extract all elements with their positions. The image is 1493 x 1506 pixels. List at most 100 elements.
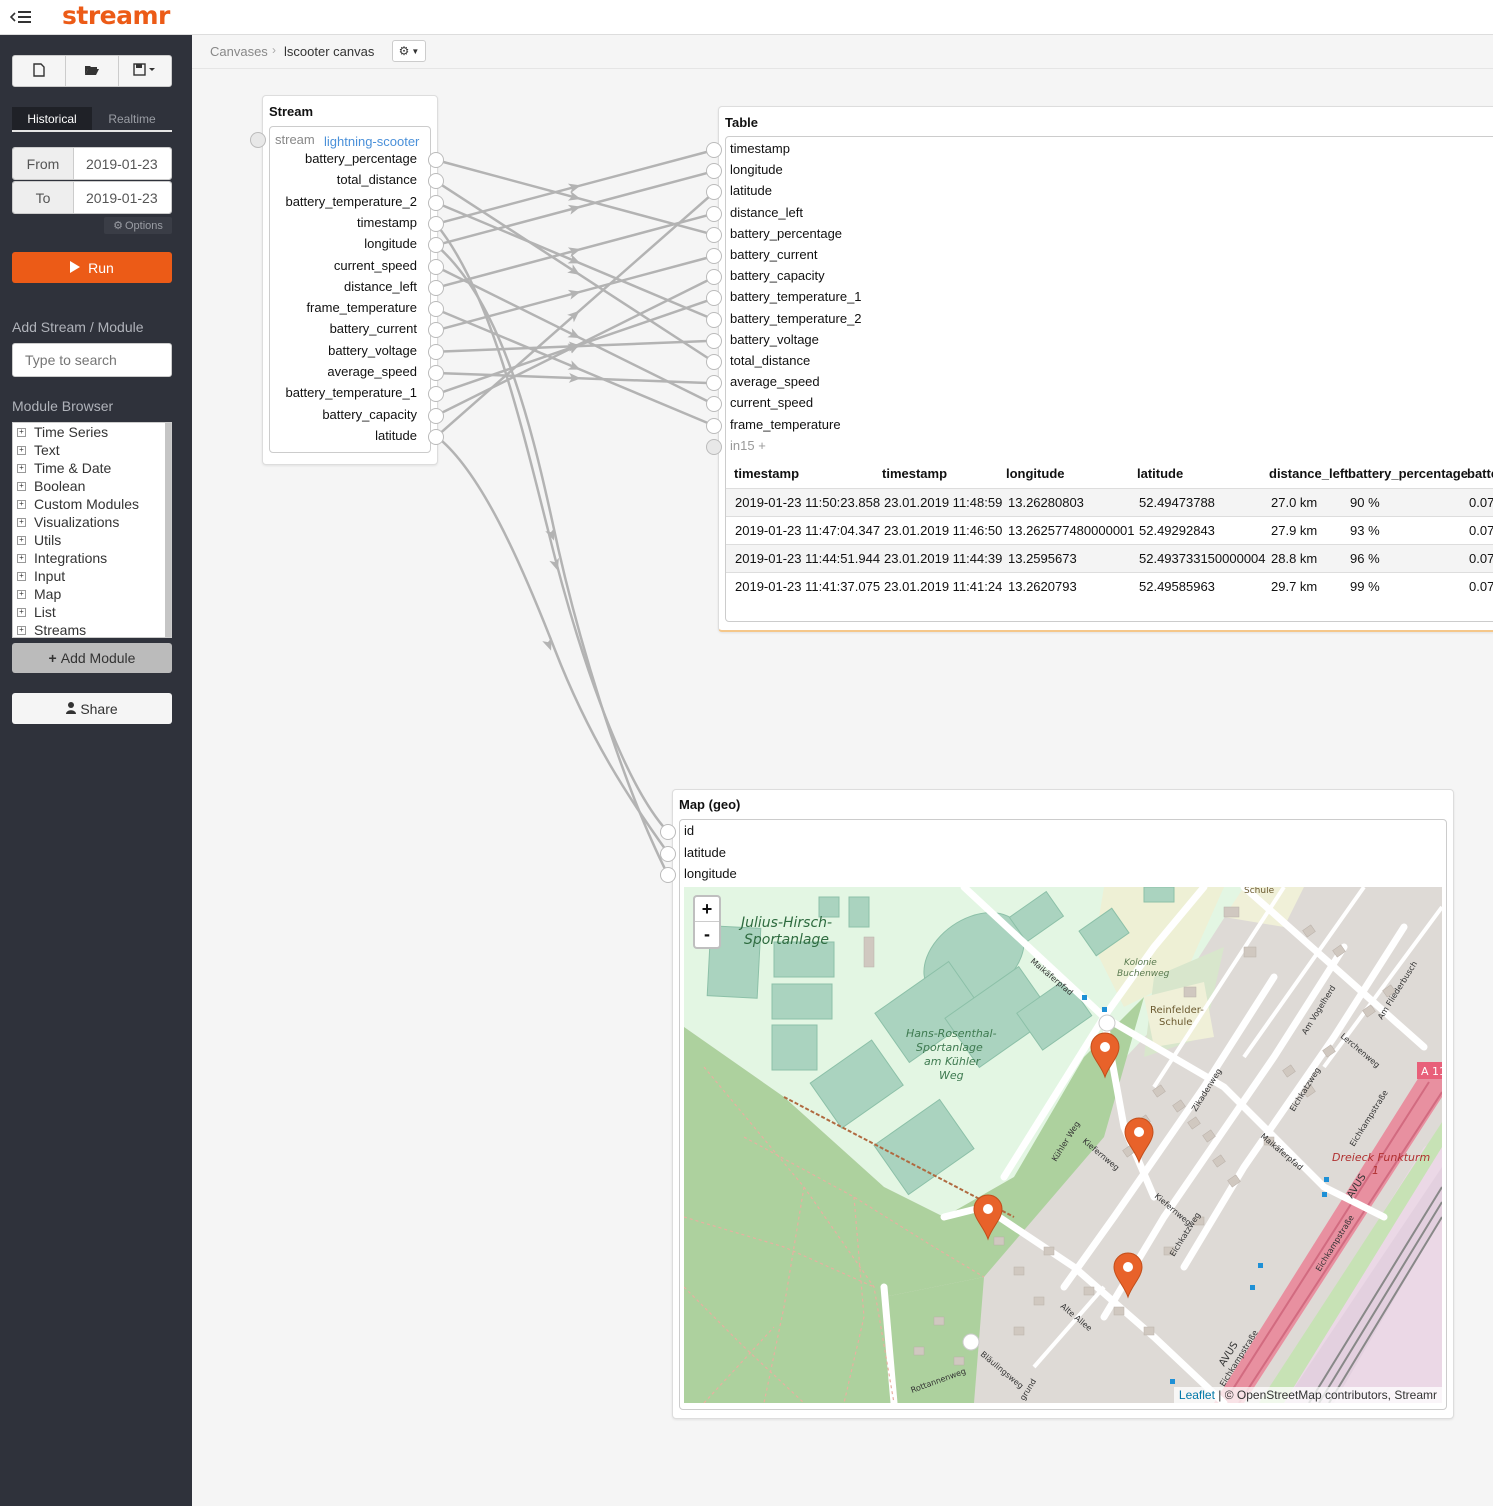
menu-collapse-icon[interactable]	[8, 7, 34, 27]
connection-wire[interactable]	[435, 212, 715, 290]
table-input-port-battery_current[interactable]	[706, 248, 722, 264]
connection-wire[interactable]	[435, 276, 715, 417]
table-cell: 2019-01-23 11:50:23.858	[735, 495, 881, 510]
tree-item-map[interactable]: + Map	[13, 585, 171, 603]
connection-wire[interactable]	[435, 371, 715, 385]
save-canvas-button[interactable]	[119, 56, 171, 86]
to-date-input[interactable]: 2019-01-23	[74, 182, 171, 213]
streamr-logo[interactable]: streamr	[62, 1, 170, 30]
zoom-out-button[interactable]: -	[695, 922, 719, 947]
connection-wire[interactable]	[435, 265, 715, 406]
table-input-port-total_distance[interactable]	[706, 354, 722, 370]
stream-output-port-battery_percentage[interactable]	[428, 152, 444, 168]
expand-icon[interactable]: +	[17, 589, 26, 599]
breadcrumb-canvases-link[interactable]: Canvases	[210, 44, 268, 59]
connection-wire[interactable]	[435, 148, 715, 226]
tree-scrollbar[interactable]	[165, 423, 171, 637]
tab-realtime[interactable]: Realtime	[92, 107, 172, 132]
map-input-port-id[interactable]	[660, 824, 676, 840]
tree-item-time-series[interactable]: + Time Series	[13, 423, 171, 441]
connection-wire[interactable]	[435, 254, 715, 332]
table-input-port-timestamp[interactable]	[706, 142, 722, 158]
tree-item-label: Utils	[34, 532, 62, 548]
tab-historical[interactable]: Historical	[12, 107, 92, 132]
tree-item-boolean[interactable]: + Boolean	[13, 477, 171, 495]
expand-icon[interactable]: +	[17, 445, 26, 455]
zoom-in-button[interactable]: +	[695, 897, 719, 922]
stream-output-port-battery_temperature_1[interactable]	[428, 386, 444, 403]
tree-item-input[interactable]: + Input	[13, 567, 171, 585]
map-marker-icon[interactable]	[1113, 1252, 1143, 1299]
tree-item-custom-modules[interactable]: + Custom Modules	[13, 495, 171, 513]
connection-wire[interactable]	[435, 307, 715, 427]
data-table: timestamp timestamp longitude latitude dista…	[726, 462, 1493, 620]
connection-arrow-icon	[567, 289, 581, 300]
stream-output-port-longitude[interactable]	[428, 237, 444, 254]
stream-output-port-total_distance[interactable]	[428, 173, 444, 190]
expand-icon[interactable]: +	[17, 517, 26, 527]
map-input-port-latitude[interactable]	[660, 845, 676, 862]
tree-item-utils[interactable]: + Utils	[13, 531, 171, 549]
expand-icon[interactable]: +	[17, 427, 26, 437]
stream-output-port-current_speed[interactable]	[428, 258, 444, 275]
connection-wire[interactable]	[435, 223, 669, 833]
stream-output-port-timestamp[interactable]	[428, 215, 444, 232]
connection-wire[interactable]	[435, 435, 670, 854]
module-search-input[interactable]	[12, 343, 172, 377]
stream-name-link[interactable]: lightning-scooter	[324, 134, 419, 149]
connection-wire[interactable]	[435, 180, 715, 364]
stream-output-port-latitude[interactable]	[428, 428, 444, 445]
connection-wire[interactable]	[435, 169, 715, 247]
stream-output-port-frame_temperature[interactable]	[428, 301, 444, 318]
new-canvas-button[interactable]	[13, 56, 66, 86]
expand-icon[interactable]: +	[17, 463, 26, 473]
expand-icon[interactable]: +	[17, 553, 26, 563]
stream-output-port-average_speed[interactable]	[428, 365, 444, 381]
table-input-port-frame_temperature[interactable]	[706, 417, 722, 434]
stream-output-port-battery_voltage[interactable]	[428, 343, 444, 360]
from-date-input[interactable]: 2019-01-23	[74, 148, 171, 179]
expand-icon[interactable]: +	[17, 535, 26, 545]
connection-wire[interactable]	[435, 244, 670, 876]
connection-arrow-icon	[549, 557, 559, 571]
run-button[interactable]: Run	[12, 252, 172, 283]
stream-output-port-battery_capacity[interactable]	[428, 407, 444, 424]
share-button[interactable]: Share	[12, 693, 172, 724]
canvas-settings-button[interactable]: ⚙ ▼	[392, 40, 426, 62]
open-canvas-button[interactable]	[66, 56, 119, 86]
leaflet-link[interactable]: Leaflet	[1179, 1388, 1215, 1402]
table-input-port-battery_percentage[interactable]	[706, 226, 722, 243]
expand-icon[interactable]: +	[17, 607, 26, 617]
tree-item-integrations[interactable]: + Integrations	[13, 549, 171, 567]
stream-output-port-distance_left[interactable]	[428, 279, 444, 296]
add-module-button[interactable]: + Add Module	[12, 643, 172, 673]
add-input-icon[interactable]: +	[755, 438, 766, 453]
map-marker-icon[interactable]	[973, 1194, 1003, 1241]
tree-item-streams[interactable]: + Streams	[13, 621, 171, 637]
expand-icon[interactable]: +	[17, 571, 26, 581]
stream-output-port-battery_current[interactable]	[428, 322, 444, 339]
tree-item-text[interactable]: + Text	[13, 441, 171, 459]
expand-icon[interactable]: +	[17, 481, 26, 491]
map-input-port-longitude[interactable]	[660, 867, 676, 883]
stream-param-port[interactable]	[250, 132, 266, 148]
map-view[interactable]: Julius-Hirsch- Sportanlage Hans-Rosentha…	[684, 887, 1442, 1403]
options-button[interactable]: ⚙ Options	[104, 217, 172, 234]
tree-item-visualizations[interactable]: + Visualizations	[13, 513, 171, 531]
expand-icon[interactable]: +	[17, 499, 26, 509]
table-extra-input-port[interactable]	[706, 438, 722, 455]
tree-item-list[interactable]: + List	[13, 603, 171, 621]
map-marker-icon[interactable]	[1124, 1117, 1154, 1164]
connection-wire[interactable]	[435, 201, 715, 321]
tree-item-time-date[interactable]: + Time & Date	[13, 459, 171, 477]
table-input-port-distance_left[interactable]	[706, 205, 722, 222]
connection-wire[interactable]	[435, 191, 715, 438]
connection-wire[interactable]	[435, 297, 715, 396]
connection-wire[interactable]	[435, 339, 715, 353]
expand-icon[interactable]: +	[17, 625, 26, 635]
stream-output-port-battery_temperature_2[interactable]	[428, 194, 444, 211]
table-input-port-battery_temperature_2[interactable]	[706, 311, 722, 328]
table-input-port-battery_voltage[interactable]	[706, 332, 722, 349]
connection-wire[interactable]	[435, 158, 715, 237]
map-marker-icon[interactable]	[1090, 1032, 1120, 1079]
